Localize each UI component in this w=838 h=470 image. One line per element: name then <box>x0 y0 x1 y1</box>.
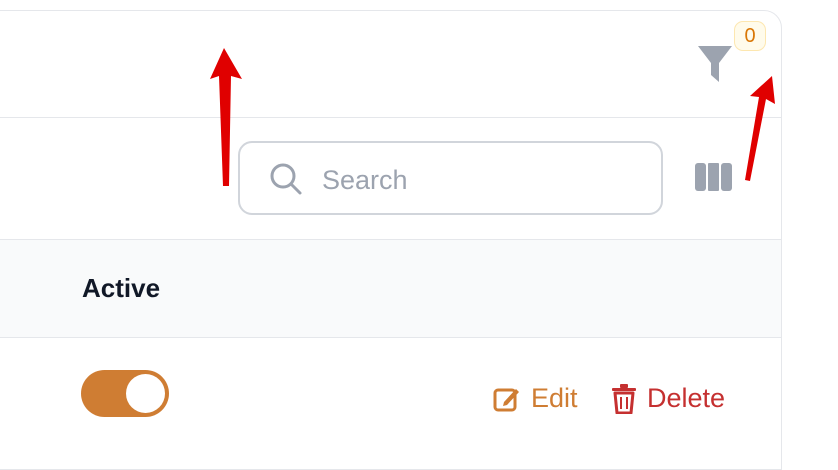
search-field[interactable] <box>238 141 663 215</box>
edit-icon <box>493 388 519 411</box>
header-bottom-divider <box>0 337 781 338</box>
toggle-knob <box>126 374 165 413</box>
edit-label: Edit <box>531 383 578 413</box>
toolbar-divider <box>0 117 781 118</box>
search-input[interactable] <box>320 157 644 203</box>
columns-button[interactable] <box>694 160 734 194</box>
columns-icon <box>695 163 732 191</box>
edit-button[interactable]: Edit <box>493 383 578 414</box>
trash-icon <box>612 383 636 414</box>
search-icon <box>270 163 302 195</box>
funnel-icon <box>698 46 732 82</box>
filter-count-badge: 0 <box>734 21 766 51</box>
delete-label: Delete <box>647 383 726 413</box>
delete-button[interactable]: Delete <box>611 383 725 414</box>
filter-button[interactable] <box>698 46 732 82</box>
active-toggle[interactable] <box>81 370 169 417</box>
column-header-active[interactable]: Active <box>82 273 160 304</box>
header-top-divider <box>0 239 781 240</box>
